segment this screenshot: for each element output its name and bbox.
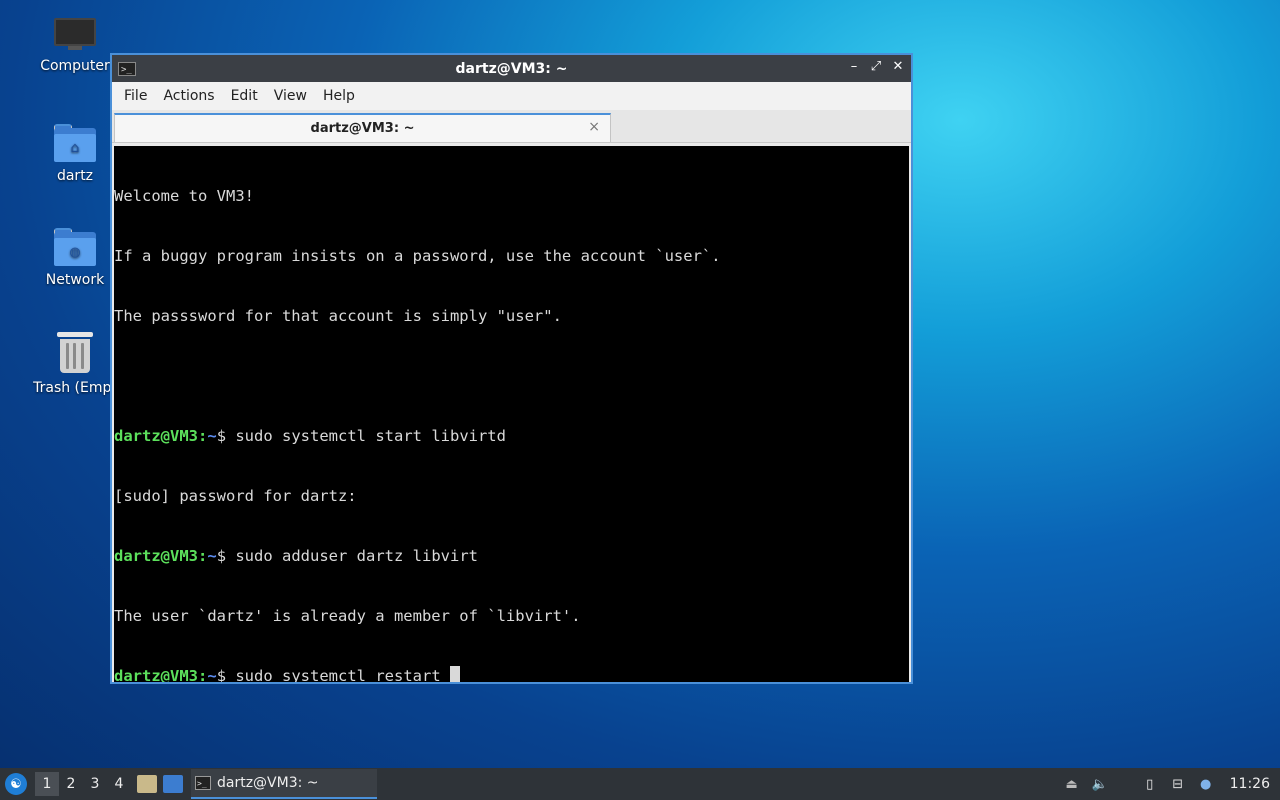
terminal-line: [sudo] password for dartz: (114, 487, 357, 505)
show-desktop-icon[interactable] (163, 775, 183, 793)
terminal-window: >_ dartz@VM3: ~ – ⤢ ✕ File Actions Edit … (110, 53, 913, 684)
terminal-cursor (449, 666, 460, 682)
system-tray: ⏏ 🔈 ▯ ⊟ ● 11:26 (1062, 768, 1280, 800)
start-menu-icon[interactable]: ☯ (5, 773, 27, 795)
minimize-button[interactable]: – (847, 59, 861, 74)
menubar: File Actions Edit View Help (112, 82, 911, 110)
prompt-user: dartz@VM3 (114, 547, 198, 565)
tab-terminal[interactable]: dartz@VM3: ~ × (114, 113, 611, 142)
clock[interactable]: 11:26 (1230, 776, 1270, 792)
eject-icon[interactable]: ⏏ (1062, 775, 1082, 793)
menu-view[interactable]: View (266, 88, 315, 104)
tab-bar: dartz@VM3: ~ × (112, 110, 911, 143)
workspace-4[interactable]: 4 (107, 772, 131, 796)
terminal-task-icon: >_ (195, 776, 211, 790)
trash-icon (57, 332, 93, 374)
prompt-path: ~ (207, 547, 217, 565)
workspace-switcher: 1 2 3 4 (35, 772, 131, 796)
terminal-line: If a buggy program insists on a password… (114, 247, 721, 265)
menu-file[interactable]: File (116, 88, 155, 104)
workspace-2[interactable]: 2 (59, 772, 83, 796)
prompt-command: $ sudo systemctl start libvirtd (216, 427, 506, 445)
taskbar: ☯ 1 2 3 4 >_ dartz@VM3: ~ ⏏ 🔈 ▯ ⊟ ● 11:2… (0, 768, 1280, 800)
tab-close-icon[interactable]: × (588, 119, 600, 135)
volume-icon[interactable]: 🔈 (1090, 775, 1110, 793)
window-title: dartz@VM3: ~ (455, 60, 568, 77)
terminal-line: Welcome to VM3! (114, 187, 254, 205)
terminal-prompt-line: dartz@VM3:~$ sudo systemctl restart (114, 666, 909, 682)
network-folder-icon: ◍ (54, 228, 96, 266)
taskbar-task-terminal[interactable]: >_ dartz@VM3: ~ (191, 769, 377, 799)
terminal-prompt-line: dartz@VM3:~$ sudo adduser dartz libvirt (114, 547, 478, 565)
network-icon[interactable]: ⊟ (1168, 775, 1188, 793)
update-notifier-icon[interactable]: ● (1196, 775, 1216, 793)
terminal-prompt-line: dartz@VM3:~$ sudo systemctl start libvir… (114, 427, 506, 445)
window-titlebar[interactable]: >_ dartz@VM3: ~ – ⤢ ✕ (112, 55, 911, 82)
prompt-user: dartz@VM3 (114, 667, 198, 682)
terminal-line: The passsword for that account is simply… (114, 307, 562, 325)
task-label: dartz@VM3: ~ (217, 775, 319, 791)
prompt-path: ~ (207, 427, 217, 445)
file-manager-icon[interactable] (137, 775, 157, 793)
maximize-button[interactable]: ⤢ (869, 59, 883, 74)
close-button[interactable]: ✕ (891, 59, 905, 74)
prompt-user: dartz@VM3 (114, 427, 198, 445)
menu-edit[interactable]: Edit (223, 88, 266, 104)
clipboard-icon[interactable]: ▯ (1140, 775, 1160, 793)
computer-icon (54, 18, 96, 52)
terminal-output[interactable]: Welcome to VM3! If a buggy program insis… (114, 146, 909, 682)
tab-label: dartz@VM3: ~ (310, 121, 415, 136)
prompt-command: $ sudo adduser dartz libvirt (216, 547, 478, 565)
menu-help[interactable]: Help (315, 88, 363, 104)
workspace-3[interactable]: 3 (83, 772, 107, 796)
workspace-1[interactable]: 1 (35, 772, 59, 796)
menu-actions[interactable]: Actions (155, 88, 222, 104)
terminal-line: The user `dartz' is already a member of … (114, 607, 581, 625)
prompt-path: ~ (207, 667, 217, 682)
prompt-command: $ sudo systemctl restart (216, 667, 450, 682)
home-folder-icon: ⌂ (54, 124, 96, 162)
